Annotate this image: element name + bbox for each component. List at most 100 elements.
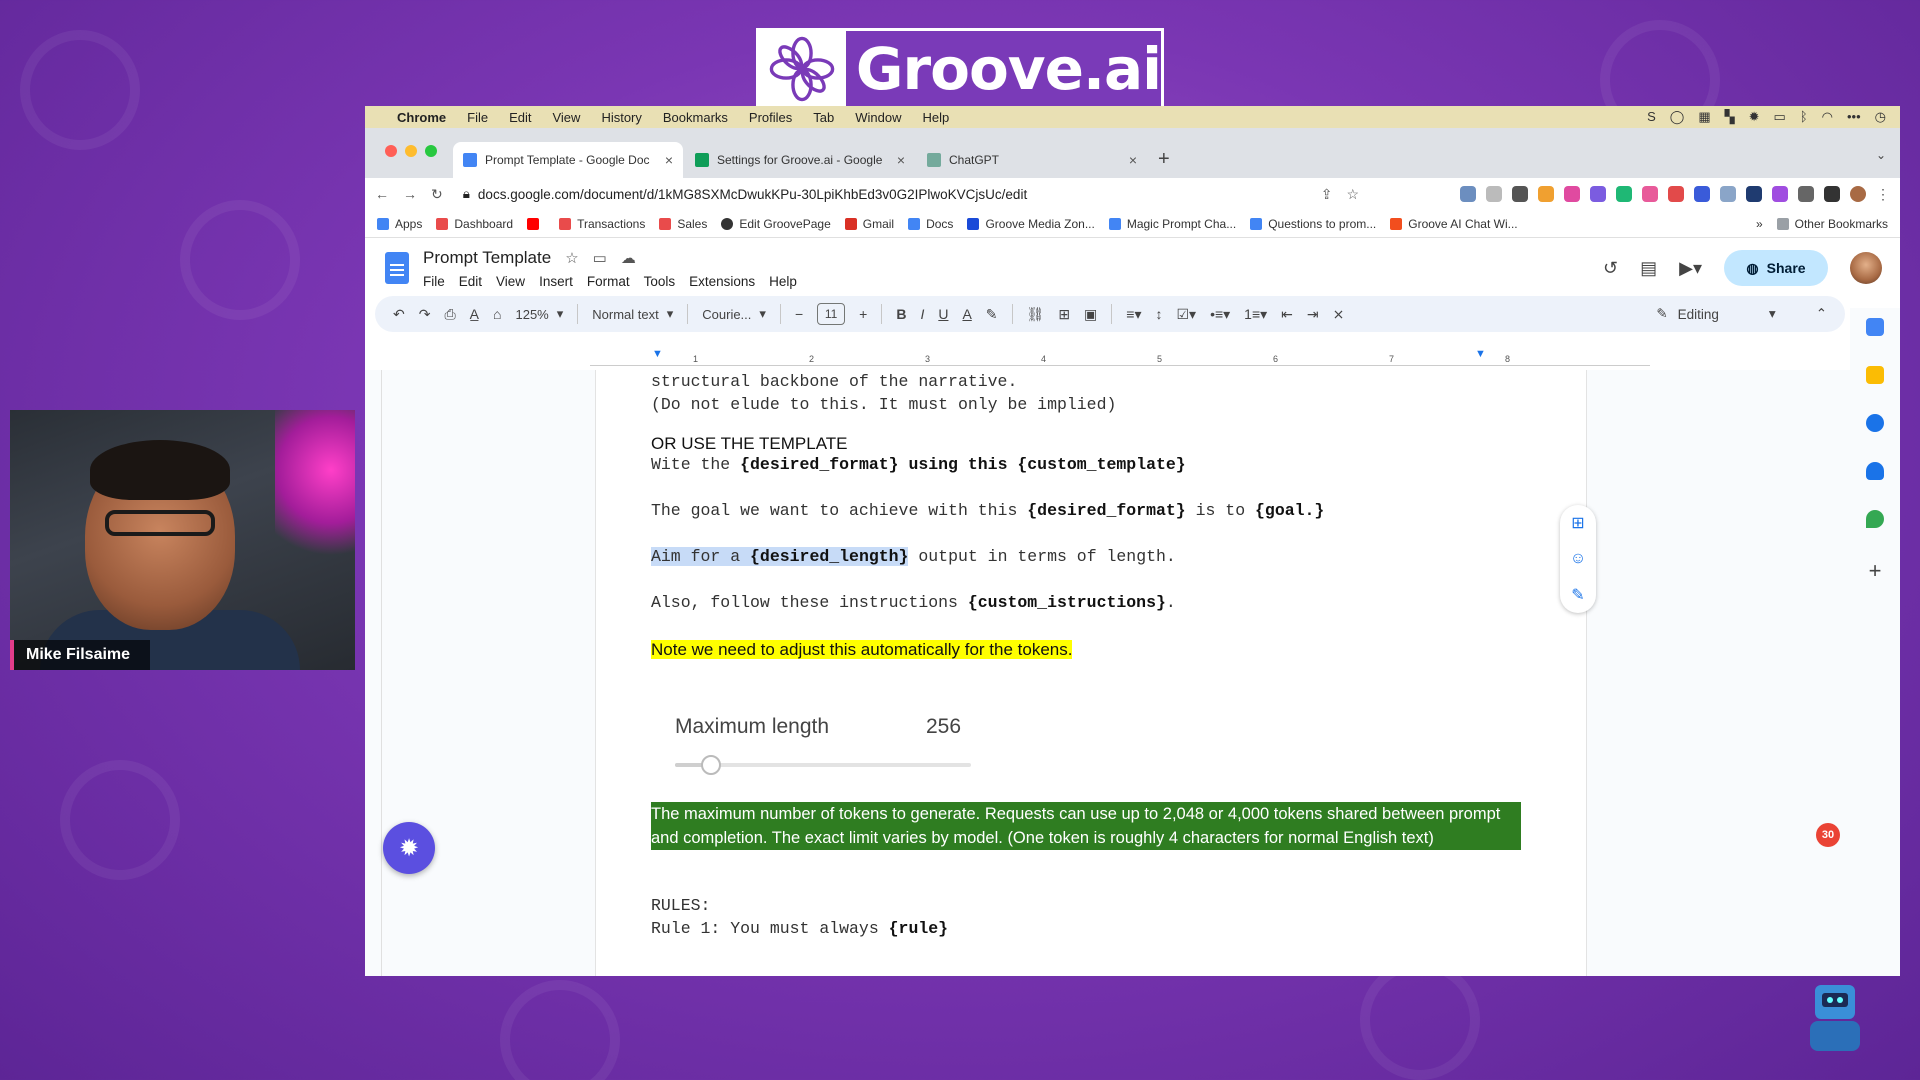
extension-icon[interactable] [1564, 186, 1580, 202]
clear-formatting-icon[interactable]: ⨯ [1333, 306, 1345, 323]
url-input[interactable]: 🔒︎ docs.google.com/document/d/1kMG8SXMcD… [457, 181, 1307, 207]
paint-format-icon[interactable]: ⌂ [493, 306, 501, 322]
green-highlighted-paragraph[interactable]: The maximum number of tokens to generate… [651, 802, 1521, 850]
tray-circle-icon[interactable]: ◯ [1670, 109, 1685, 125]
bookmark-transactions[interactable]: Transactions [559, 217, 645, 231]
left-indent-marker[interactable]: ▼ [652, 348, 663, 360]
share-button[interactable]: ◍ Share [1724, 250, 1828, 286]
contacts-icon[interactable] [1866, 462, 1884, 480]
extension-icon[interactable] [1668, 186, 1684, 202]
horizontal-ruler[interactable]: 1 2 3 4 5 6 7 8 ▼ ▼ [590, 348, 1650, 368]
doc-line[interactable]: The goal we want to achieve with this {d… [651, 501, 1324, 520]
right-indent-marker[interactable]: ▼ [1475, 348, 1486, 360]
tab-settings-groove[interactable]: Settings for Groove.ai - Google × [685, 142, 915, 178]
underline-icon[interactable]: U [938, 306, 948, 322]
menu-bookmarks[interactable]: Bookmarks [663, 110, 728, 125]
menu-tab[interactable]: Tab [813, 110, 834, 125]
docs-menu-view[interactable]: View [496, 274, 525, 289]
extension-icon[interactable] [1694, 186, 1710, 202]
bold-icon[interactable]: B [896, 306, 906, 322]
calendar-icon[interactable] [1866, 318, 1884, 336]
add-addon-icon[interactable]: + [1869, 558, 1882, 584]
add-comment-icon[interactable]: ⊞ [1058, 306, 1070, 323]
docs-menu-tools[interactable]: Tools [644, 274, 676, 289]
close-window-button[interactable] [385, 145, 397, 157]
extension-icon[interactable] [1616, 186, 1632, 202]
extension-icon[interactable] [1538, 186, 1554, 202]
line-spacing-icon[interactable]: ↕ [1155, 306, 1162, 322]
sidepanel-icon[interactable] [1824, 186, 1840, 202]
add-comment-icon[interactable]: ⊞ [1571, 513, 1584, 533]
bookmark-groove-media[interactable]: Groove Media Zon... [967, 217, 1095, 231]
doc-line[interactable]: Rule 1: You must always {rule} [651, 919, 948, 938]
print-icon[interactable]: ⎙ [444, 306, 455, 323]
bookmark-dashboard[interactable]: Dashboard [436, 217, 513, 231]
zoom-select[interactable]: 125% ▾ [515, 306, 563, 322]
close-tab-icon[interactable]: × [665, 152, 673, 168]
bookmark-gmail[interactable]: Gmail [844, 217, 894, 231]
close-tab-icon[interactable]: × [1129, 152, 1137, 168]
cloud-status-icon[interactable]: ☁ [621, 249, 636, 267]
decrease-indent-icon[interactable]: ⇤ [1281, 306, 1293, 323]
docs-menu-file[interactable]: File [423, 274, 445, 289]
highlight-icon[interactable]: ✎ [986, 306, 998, 323]
document-title[interactable]: Prompt Template [423, 248, 551, 268]
bookmark-docs[interactable]: Docs [908, 217, 953, 231]
increase-font-icon[interactable]: + [859, 306, 867, 322]
tab-prompt-template[interactable]: Prompt Template - Google Doc × [453, 142, 683, 178]
menu-chrome[interactable]: Chrome [397, 110, 446, 125]
extension-icon[interactable] [1772, 186, 1788, 202]
google-docs-icon[interactable] [385, 252, 409, 284]
doc-line[interactable]: RULES: [651, 896, 710, 915]
puzzle-icon[interactable] [1798, 186, 1814, 202]
tab-chatgpt[interactable]: ChatGPT × [917, 142, 1147, 178]
account-avatar[interactable] [1850, 252, 1882, 284]
maps-icon[interactable] [1866, 510, 1884, 528]
link-icon[interactable]: ⛓ [1027, 306, 1045, 323]
extension-icon[interactable] [1460, 186, 1476, 202]
tray-calendar-icon[interactable]: ▦ [1698, 109, 1710, 125]
menu-file[interactable]: File [467, 110, 488, 125]
docs-menu-extensions[interactable]: Extensions [689, 274, 755, 289]
extension-icon[interactable] [1720, 186, 1736, 202]
menu-edit[interactable]: Edit [509, 110, 531, 125]
increase-indent-icon[interactable]: ⇥ [1307, 306, 1319, 323]
close-tab-icon[interactable]: × [897, 152, 905, 168]
font-size-input[interactable]: 11 [817, 303, 846, 325]
extension-icon[interactable] [1486, 186, 1502, 202]
extension-icon[interactable] [1746, 186, 1762, 202]
suggest-edits-icon[interactable]: ✎ [1571, 585, 1584, 605]
more-bookmarks-chevron[interactable]: » [1756, 217, 1763, 231]
undo-icon[interactable]: ↶ [393, 306, 405, 323]
tray-s-icon[interactable]: S [1647, 109, 1656, 125]
doc-line[interactable]: structural backbone of the narrative. [651, 372, 1017, 391]
menu-help[interactable]: Help [923, 110, 950, 125]
tray-gear-icon[interactable]: ✹ [1749, 109, 1760, 125]
insert-image-icon[interactable]: ▣ [1084, 306, 1097, 323]
comments-icon[interactable]: ▤ [1640, 258, 1657, 279]
docs-menu-help[interactable]: Help [769, 274, 797, 289]
redo-icon[interactable]: ↷ [419, 306, 431, 323]
bookmark-apps[interactable]: Apps [377, 217, 422, 231]
docs-menu-format[interactable]: Format [587, 274, 630, 289]
tab-search-chevron-icon[interactable]: ⌄ [1876, 148, 1886, 162]
highlighted-note[interactable]: Note we need to adjust this automaticall… [651, 640, 1073, 660]
bookmark-questions[interactable]: Questions to prom... [1250, 217, 1376, 231]
style-select[interactable]: Normal text ▾ [592, 306, 673, 322]
back-arrow-icon[interactable]: ← [375, 186, 389, 202]
italic-icon[interactable]: I [920, 306, 924, 322]
align-icon[interactable]: ≡▾ [1126, 306, 1141, 323]
tray-display-icon[interactable]: ▭ [1774, 109, 1786, 125]
font-select[interactable]: Courie... ▾ [702, 306, 766, 322]
doc-line[interactable]: Wite the {desired_format} using this {cu… [651, 455, 1186, 474]
menu-view[interactable]: View [552, 110, 580, 125]
share-page-icon[interactable]: ⇪ [1321, 186, 1333, 203]
forward-arrow-icon[interactable]: → [403, 186, 417, 202]
version-history-icon[interactable]: ↺ [1603, 258, 1618, 279]
bookmark-magic-prompt[interactable]: Magic Prompt Cha... [1108, 217, 1236, 231]
chrome-menu-icon[interactable]: ⋮ [1876, 186, 1890, 202]
bookmark-sales[interactable]: Sales [659, 217, 707, 231]
bulleted-list-icon[interactable]: •≡▾ [1210, 306, 1230, 323]
new-tab-button[interactable]: + [1158, 148, 1170, 171]
collapse-toolbar-icon[interactable]: ⌃ [1816, 306, 1827, 322]
